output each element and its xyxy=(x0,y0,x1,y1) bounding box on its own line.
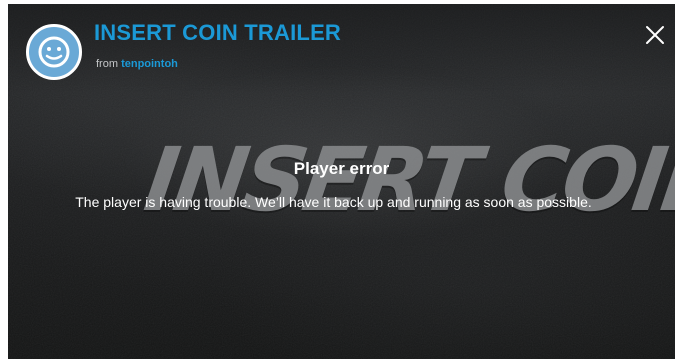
video-player: INSERT COIN INSERT COIN TRAILER from ten… xyxy=(8,4,675,359)
video-title[interactable]: INSERT COIN TRAILER xyxy=(94,20,341,46)
from-label: from xyxy=(96,58,118,70)
close-icon xyxy=(646,26,664,44)
author-link[interactable]: tenpointoh xyxy=(121,58,178,70)
smiley-face-icon xyxy=(38,36,70,68)
background-logo-text: INSERT COIN xyxy=(138,128,675,231)
header-shade xyxy=(8,4,675,94)
close-button[interactable] xyxy=(644,24,666,46)
author-avatar[interactable] xyxy=(26,24,82,80)
error-title: Player error xyxy=(293,159,390,178)
video-byline: from tenpointoh xyxy=(96,58,178,70)
error-message: The player is having trouble. We’ll have… xyxy=(75,194,592,210)
